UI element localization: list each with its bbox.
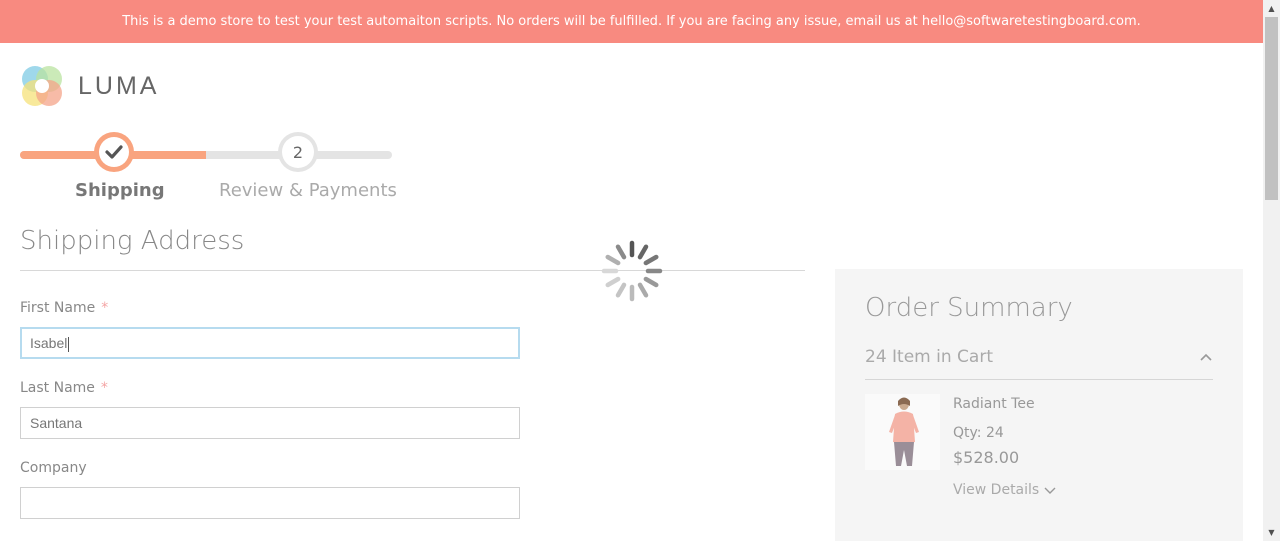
- step-review-circle: 2: [278, 132, 318, 172]
- company-label-text: Company: [20, 460, 87, 476]
- order-summary-panel: Order Summary 24 Item in Cart Radiant Te…: [835, 269, 1243, 541]
- product-name: Radiant Tee: [953, 396, 1035, 412]
- checkmark-icon: [105, 145, 123, 159]
- last-name-label-text: Last Name: [20, 380, 95, 396]
- first-name-label-text: First Name: [20, 300, 96, 316]
- summary-divider: [865, 379, 1213, 380]
- required-marker: *: [101, 300, 109, 316]
- luma-logo-icon: [20, 64, 64, 108]
- logo-text: LUMA: [78, 71, 160, 100]
- product-qty: Qty: 24: [953, 425, 1004, 441]
- page-scrollbar[interactable]: ▲ ▼: [1263, 0, 1280, 541]
- step-shipping-circle: [94, 132, 134, 172]
- demo-notice-banner: This is a demo store to test your test a…: [0, 0, 1263, 43]
- last-name-value: Santana: [30, 415, 83, 431]
- company-label: Company: [20, 460, 87, 476]
- first-name-label: First Name *: [20, 300, 108, 316]
- items-in-cart-toggle[interactable]: 24 Item in Cart: [865, 347, 993, 367]
- last-name-label: Last Name *: [20, 380, 108, 396]
- shipping-address-title: Shipping Address: [20, 226, 245, 256]
- chevron-down-icon: [1044, 487, 1056, 494]
- step-shipping-label: Shipping: [75, 180, 165, 201]
- chevron-up-icon[interactable]: [1199, 349, 1213, 363]
- required-marker: *: [100, 380, 108, 396]
- first-name-input[interactable]: Isabel: [20, 327, 520, 359]
- company-input[interactable]: [20, 487, 520, 519]
- scrollbar-thumb[interactable]: [1265, 17, 1278, 200]
- first-name-value: Isabel: [30, 335, 68, 351]
- last-name-input[interactable]: Santana: [20, 407, 520, 439]
- view-details-label: View Details: [953, 482, 1040, 498]
- product-image: [865, 394, 940, 470]
- scroll-down-arrow-icon[interactable]: ▼: [1263, 524, 1280, 541]
- store-logo[interactable]: LUMA: [20, 64, 159, 108]
- checkout-progress-bar: 2 Shipping Review & Payments: [20, 132, 397, 212]
- section-divider: [20, 270, 805, 271]
- product-price: $528.00: [953, 448, 1020, 467]
- step-review-payments-label: Review & Payments: [219, 180, 397, 201]
- step-review-number: 2: [282, 136, 314, 168]
- view-details-toggle[interactable]: View Details: [953, 482, 1056, 498]
- order-summary-title: Order Summary: [865, 293, 1073, 323]
- demo-notice-text: This is a demo store to test your test a…: [122, 14, 1141, 29]
- text-caret: [68, 336, 70, 352]
- loading-spinner-icon: [600, 239, 664, 303]
- scroll-up-arrow-icon[interactable]: ▲: [1263, 0, 1280, 17]
